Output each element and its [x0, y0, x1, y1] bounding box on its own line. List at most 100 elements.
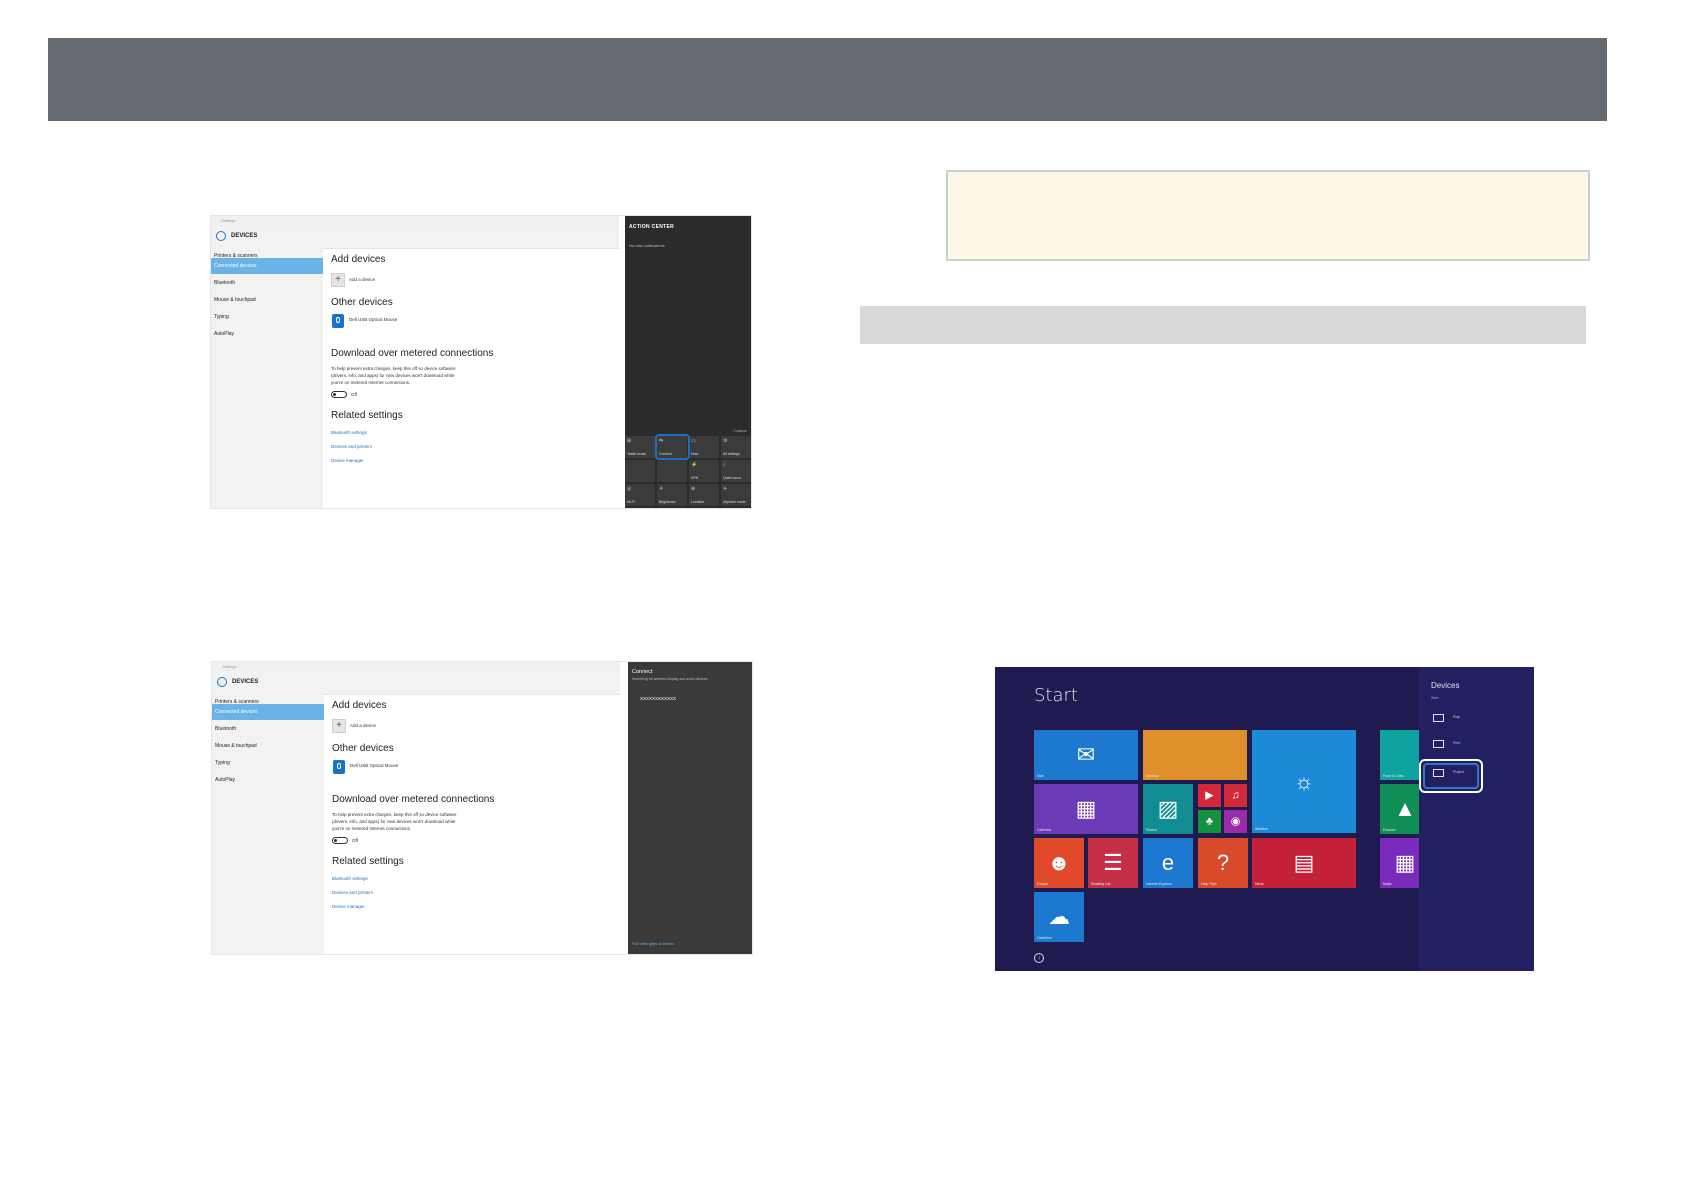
sidebar-item-mouse[interactable]: Mouse & touchpad	[211, 292, 323, 308]
start-tile[interactable]: e Internet Explorer	[1143, 838, 1193, 888]
sidebar-item-bluetooth[interactable]: Bluetooth	[211, 275, 323, 291]
start-tile[interactable]: ▦ Calendar	[1034, 784, 1138, 834]
link-device-manager[interactable]: Device manager	[332, 904, 365, 909]
add-devices-heading: Add devices	[332, 700, 387, 711]
device-name[interactable]: Dell USB Optical Mouse	[350, 763, 398, 768]
sidebar-item-mouse[interactable]: Mouse & touchpad	[212, 738, 324, 754]
download-text-line: you're on metered Internet connections.	[332, 826, 412, 831]
window-title: Settings	[221, 218, 236, 223]
moon-icon: ☾	[723, 462, 728, 468]
tile-icon: ▦	[1075, 796, 1097, 821]
tile-label: People	[1037, 882, 1048, 886]
quick-action-empty[interactable]	[625, 460, 655, 482]
charm-item-print[interactable]: Print	[1429, 739, 1489, 751]
sidebar-item-connected-devices[interactable]: Connected devices	[212, 704, 324, 720]
link-bluetooth-settings[interactable]: Bluetooth settings	[331, 430, 367, 435]
quick-action-airplane[interactable]: ✈ Airplane mode	[721, 484, 751, 506]
start-tile[interactable]: ▨ Photos	[1143, 784, 1193, 834]
sidebar-item-bluetooth[interactable]: Bluetooth	[212, 721, 324, 737]
start-tile[interactable]: ☁ OneDrive	[1034, 892, 1084, 942]
start-tile[interactable]: ☻ People	[1034, 838, 1084, 888]
start-tile[interactable]: ♫	[1224, 784, 1247, 807]
tile-icon: ▨	[1157, 796, 1179, 821]
quick-action-brightness[interactable]: ☀ Brightness	[657, 484, 687, 506]
download-heading: Download over metered connections	[331, 348, 494, 359]
download-text-line: To help prevent extra charges, keep this…	[332, 812, 457, 817]
quick-action-label: Note	[691, 452, 699, 456]
user-icon[interactable]: ↓	[1034, 953, 1044, 963]
charm-item-play[interactable]: Play	[1429, 713, 1489, 725]
quick-action-label: VPN	[691, 476, 699, 480]
tile-label: Finance	[1383, 828, 1396, 832]
link-device-manager[interactable]: Device manager	[331, 458, 364, 463]
action-center-title: ACTION CENTER	[629, 224, 675, 230]
tile-label: OneDrive	[1037, 936, 1052, 940]
sidebar-item-autoplay[interactable]: AutoPlay	[211, 326, 323, 342]
start-tile[interactable]: ◉	[1224, 810, 1247, 833]
quick-action-empty[interactable]	[657, 460, 687, 482]
tile-icon: ▶	[1205, 789, 1214, 801]
quick-action-label: Tablet mode	[627, 452, 647, 456]
download-text-line: you're on metered Internet connections.	[331, 380, 411, 385]
tile-label: News	[1255, 882, 1264, 886]
sidebar-item-connected-devices[interactable]: Connected devices	[211, 258, 323, 274]
settings-header-title: DEVICES	[232, 679, 259, 685]
device-name[interactable]: Dell USB Optical Mouse	[349, 317, 397, 322]
tile-icon: ♫	[1231, 789, 1240, 801]
tile-icon: ◉	[1230, 815, 1241, 827]
start-tile[interactable]: ▤ News	[1252, 838, 1356, 888]
quick-action-quiet-hours[interactable]: ☾ Quiet hours	[721, 460, 751, 482]
link-bluetooth-settings[interactable]: Bluetooth settings	[332, 876, 368, 881]
add-device-label[interactable]: Add a device	[350, 723, 376, 728]
connect-highlight-box	[655, 434, 690, 460]
sidebar-item-typing[interactable]: Typing	[212, 755, 324, 771]
link-devices-printers[interactable]: Devices and printers	[332, 890, 373, 895]
add-device-icon[interactable]: +	[331, 273, 345, 287]
quick-action-all-settings[interactable]: ⚙ All settings	[721, 436, 751, 458]
start-tile[interactable]: Desktop	[1143, 730, 1247, 780]
link-devices-printers[interactable]: Devices and printers	[331, 444, 372, 449]
printer-icon	[1433, 740, 1444, 748]
action-center-panel: ACTION CENTER No new notifications Colla…	[625, 216, 751, 508]
quick-action-note[interactable]: ▭ Note	[689, 436, 719, 458]
project-highlight-box	[1419, 759, 1483, 793]
quick-action-wifi[interactable]: ◎ Wi-Fi	[625, 484, 655, 506]
tile-label: Internet Explorer	[1146, 882, 1172, 886]
add-device-label[interactable]: Add a device	[349, 277, 375, 282]
start-tile[interactable]: ♣	[1198, 810, 1221, 833]
gear-icon	[217, 677, 227, 687]
devices-charm: Devices Start Play Print Project	[1419, 667, 1534, 971]
sidebar-item-autoplay[interactable]: AutoPlay	[212, 772, 324, 788]
metered-toggle[interactable]	[332, 837, 348, 844]
projector-device-item[interactable]: XXXXXXXXXXXX	[640, 696, 676, 701]
quick-action-tablet-mode[interactable]: ⊞ Tablet mode	[625, 436, 655, 458]
find-other-devices-link[interactable]: Find other types of devices	[632, 942, 674, 946]
other-devices-heading: Other devices	[332, 743, 394, 754]
screenshot-start-screen: Start ✉ Mail Desktop ☼ Weather ▦ Calendar ▨ Phot…	[995, 667, 1534, 971]
note-box	[946, 170, 1590, 261]
settings-header-title: DEVICES	[231, 233, 258, 239]
start-tile[interactable]: ☰ Reading List	[1088, 838, 1138, 888]
quick-action-label: Wi-Fi	[627, 500, 636, 504]
tile-icon: ☻	[1047, 850, 1071, 875]
metered-toggle[interactable]	[331, 391, 347, 398]
quick-action-label: Location	[691, 500, 705, 504]
quick-action-vpn[interactable]: ⚡ VPN	[689, 460, 719, 482]
tile-label: Food & Drink	[1383, 774, 1404, 778]
start-tile[interactable]: ? Help+Tips	[1198, 838, 1248, 888]
window-titlebar: Settings	[211, 216, 619, 226]
sidebar-item-typing[interactable]: Typing	[211, 309, 323, 325]
start-tile[interactable]: ✉ Mail	[1034, 730, 1138, 780]
tile-icon: ☰	[1103, 850, 1123, 875]
related-settings-heading: Related settings	[331, 410, 403, 421]
settings-main: Add devices + Add a device Other devices…	[331, 248, 631, 508]
start-tile[interactable]: ▶	[1198, 784, 1221, 807]
collapse-link[interactable]: Collapse	[733, 429, 747, 433]
download-text-line: To help prevent extra charges, keep this…	[331, 366, 456, 371]
tile-label: Mail	[1037, 774, 1044, 778]
start-tile[interactable]: ☼ Weather	[1252, 730, 1356, 833]
add-device-icon[interactable]: +	[332, 719, 346, 733]
tile-label: Help+Tips	[1201, 882, 1217, 886]
quick-action-location[interactable]: ⊕ Location	[689, 484, 719, 506]
page-header-bar	[48, 38, 1607, 121]
